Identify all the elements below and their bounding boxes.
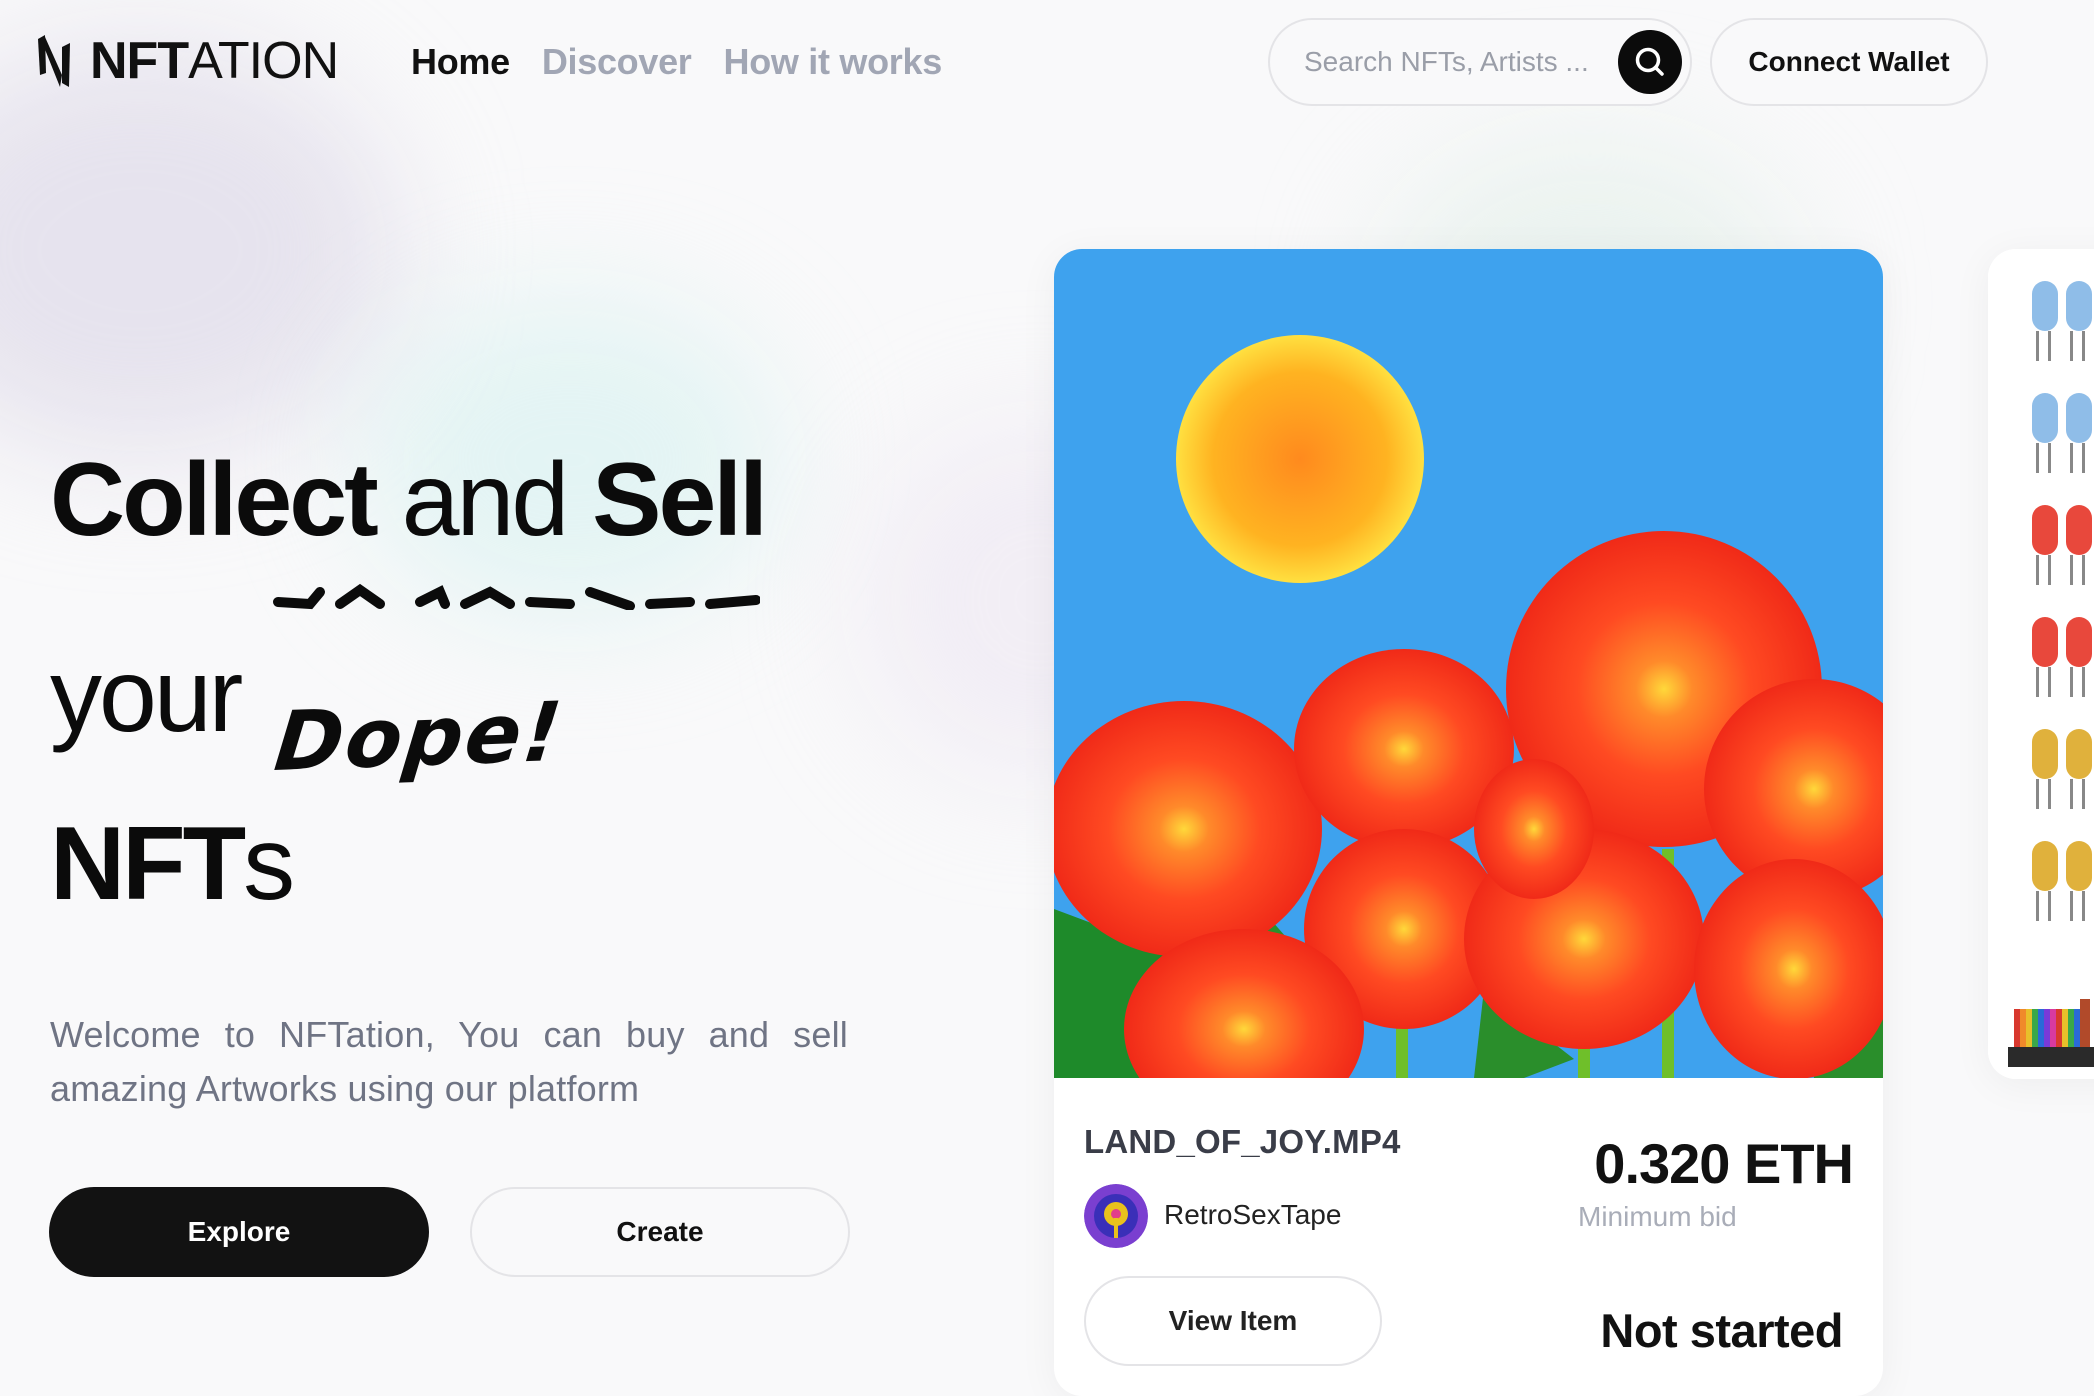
nav-discover[interactable]: Discover	[542, 41, 692, 83]
hero-word-collect: Collect	[50, 442, 379, 558]
hero-word-sell: Sell	[592, 442, 768, 558]
nav-home[interactable]: Home	[411, 41, 510, 83]
search-bar	[1268, 18, 1692, 106]
next-nft-artwork-image	[1988, 249, 2094, 1079]
creator-avatar-image	[1084, 1184, 1148, 1248]
create-button[interactable]: Create	[470, 1187, 850, 1277]
brand-logo[interactable]: NFTATION	[36, 32, 339, 90]
hero-heading-line-2: your	[50, 638, 243, 754]
hero-description: Welcome to NFTation, You can buy and sel…	[50, 1014, 848, 1109]
hero-heading-line-1: Collect and Sell	[50, 448, 768, 552]
connect-wallet-button[interactable]: Connect Wallet	[1710, 18, 1988, 106]
nft-price: 0.320 ETH	[1594, 1132, 1854, 1195]
brand-wordmark: NFTATION	[90, 32, 339, 90]
nft-artwork-image[interactable]	[1054, 249, 1883, 1078]
handwritten-scribble-decoration	[273, 583, 760, 610]
search-input[interactable]	[1304, 20, 1604, 104]
next-nft-card-peek[interactable]	[1988, 249, 2094, 1079]
explore-button[interactable]: Explore	[49, 1187, 429, 1277]
view-item-button[interactable]: View Item	[1084, 1276, 1382, 1366]
nav-how-it-works[interactable]: How it works	[724, 41, 943, 83]
price-label: Minimum bid	[1578, 1201, 1737, 1232]
featured-nft-card: LAND_OF_JOY.MP4 RetroSexTape 0.320 ETH M…	[1054, 249, 1883, 1396]
hero-word-and: and	[401, 442, 570, 558]
hero-heading-line-3: NFTs	[50, 806, 295, 922]
logo-mark-icon	[38, 35, 70, 87]
auction-status: Not started	[1600, 1304, 1843, 1357]
main-nav: Home Discover How it works	[411, 36, 942, 88]
search-button[interactable]	[1618, 30, 1682, 94]
nft-title: LAND_OF_JOY.MP4	[1084, 1123, 1401, 1160]
search-icon	[1635, 47, 1664, 76]
hero-handwritten-dope: Dope!	[270, 685, 568, 790]
creator-name[interactable]: RetroSexTape	[1164, 1199, 1341, 1231]
creator-avatar[interactable]	[1084, 1184, 1148, 1248]
